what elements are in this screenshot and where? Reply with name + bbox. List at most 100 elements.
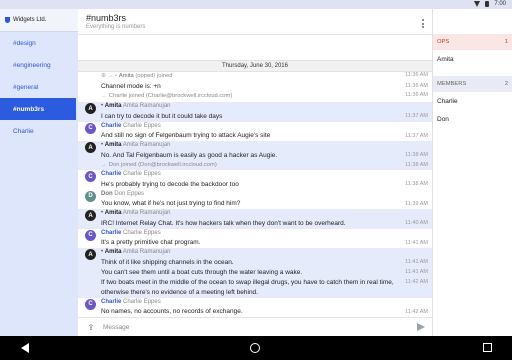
message-time: 11:36 AM [405,83,428,89]
event-row: ⊕ → • Amita (opped) joined 11:36 AM [101,72,428,79]
sidebar-item-engineering[interactable]: #engineering [0,54,78,76]
avatar[interactable]: A [85,249,96,260]
message-text: I can try to decode it but it could take… [101,112,223,120]
event-text: Don joined (Don@brockwell.irccloud.com) [108,161,217,168]
avatar[interactable]: C [85,122,96,134]
member-list: OPS 1 Amita MEMBERS 2 Charlie Don [432,9,512,336]
avatar[interactable]: A [85,142,96,153]
message-group: D Don Don Eppes You know, what if he's n… [78,190,432,210]
avatar[interactable]: C [85,229,96,241]
message-time: 11:38 AM [405,181,428,187]
message-group: C Charlie Charlie Eppes He's probably tr… [78,170,432,190]
message-group: C Charlie Charlie Eppes It's a pretty pr… [78,229,432,249]
sender-nick[interactable]: Charlie [101,230,121,236]
channel-sidebar: Widgets Ltd. #design #engineering #gener… [0,9,78,336]
message-group: C Charlie Charlie Eppes No names, no acc… [78,298,432,318]
message-text: Think of it like shipping channels in th… [101,258,234,266]
back-icon[interactable] [21,343,29,353]
message-text: No names, no accounts, no records of exc… [101,308,243,315]
wifi-icon [474,1,481,7]
channel-title: #numb3rs [86,13,127,23]
avatar[interactable]: C [85,298,96,310]
sender-nick[interactable]: Charlie [101,171,121,177]
member-item-don[interactable]: Don [433,110,512,128]
recents-icon[interactable] [483,343,492,352]
navigation-bar [0,336,512,360]
battery-icon [485,1,490,7]
sender-nick[interactable]: Amita [105,103,122,109]
event-nick: Amita [118,73,134,79]
message-time: 11:36 AM [405,72,428,78]
member-item-amita[interactable]: Amita [433,50,512,68]
sender-realname: Charlie Eppes [123,171,161,177]
sender-nick[interactable]: Amita [105,210,122,216]
status-bar: 7:00 [0,0,512,9]
message-text: If two boats meet in the middle of the o… [101,278,394,286]
sender-nick[interactable]: Don [101,191,113,197]
message-time: 11:42 AM [405,279,428,285]
sender-realname: Amita Ramanujan [122,249,171,255]
event-text: Channel mode is: +n [101,83,161,90]
channel-topic: Everything is numbers [86,24,146,30]
sender-nick[interactable]: Charlie [101,123,121,129]
message-text: It's a pretty primitive chat program. [101,239,201,246]
home-icon[interactable] [250,343,260,353]
message-time: 11:36 AM [405,92,428,98]
message-composer: ⇪ [78,317,432,336]
message-time: 11:38 AM [405,152,428,158]
ops-header: OPS 1 [433,34,512,50]
members-header: MEMBERS 2 [433,76,512,92]
avatar[interactable]: A [85,103,96,114]
sender-nick[interactable]: Amita [105,142,122,148]
message-time: 11:41 AM [405,269,428,275]
server-name: Widgets Ltd. [13,17,47,23]
message-list[interactable]: Thursday, June 30, 2016 ⊕ → • Amita (oppe… [78,35,432,317]
sender-nick[interactable]: Charlie [101,299,121,305]
message-time: 11:42 AM [405,308,428,315]
sender-realname: Charlie Eppes [123,229,161,236]
message-text: You can't see them until a boat cuts thr… [101,268,303,276]
event-row: Channel mode is: +n 11:36 AM [78,82,432,92]
sender-nick[interactable]: Amita [105,249,122,255]
message-text: otherwise there's no evidence of a meeti… [101,288,258,296]
sender-realname: Charlie Eppes [123,122,161,129]
event-row: → Charlie joined (Charlie@brockwell.irccl… [101,92,428,99]
send-icon[interactable] [417,323,425,331]
message-text: He's probably trying to decode the backd… [101,180,239,188]
date-separator: Thursday, June 30, 2016 [78,60,432,72]
ops-count: 1 [504,39,508,45]
overflow-menu-icon[interactable] [422,19,424,28]
message-text: And still no sign of Felgenbaum trying t… [101,132,271,139]
avatar[interactable]: D [85,190,96,202]
message-text: You know, what if he's not just trying t… [101,200,241,207]
avatar[interactable]: C [85,171,96,182]
event-text: Charlie joined (Charlie@brockwell.ircclo… [108,93,233,99]
message-time: 11:40 AM [405,220,428,226]
message-time: 11:41 AM [405,259,428,265]
message-group: A • Amita Amita Ramanujan No. And Tal Fe… [78,141,432,170]
sender-realname: Amita Ramanujan [122,142,171,148]
status-time: 7:00 [494,1,506,7]
message-time: 11:39 AM [405,200,428,207]
sidebar-item-numb3rs[interactable]: #numb3rs [0,98,76,120]
server-item[interactable]: Widgets Ltd. [0,9,78,32]
member-item-charlie[interactable]: Charlie [433,92,512,110]
sender-realname: Don Eppes [114,190,145,197]
message-time: 11:38 AM [405,162,428,168]
sidebar-item-design[interactable]: #design [0,32,78,54]
message-time: 11:41 AM [405,239,428,246]
sender-realname: Amita Ramanujan [122,103,171,109]
message-input[interactable] [103,320,417,334]
message-group: A • Amita Amita Ramanujan IRC! Internet … [78,209,432,229]
message-group: C Charlie Charlie Eppes And still no sig… [78,122,432,142]
event-text: (opped) joined [135,73,173,79]
sidebar-item-charlie[interactable]: Charlie [0,120,78,142]
upload-icon[interactable]: ⇪ [85,323,97,332]
sidebar-item-general[interactable]: #general [0,76,78,98]
message-time: 11:37 AM [405,132,428,139]
sender-realname: Amita Ramanujan [122,210,171,216]
shield-icon [5,17,10,23]
channel-header: #numb3rs Everything is numbers [78,9,432,35]
ops-label: OPS [437,39,450,45]
avatar[interactable]: A [85,210,96,221]
